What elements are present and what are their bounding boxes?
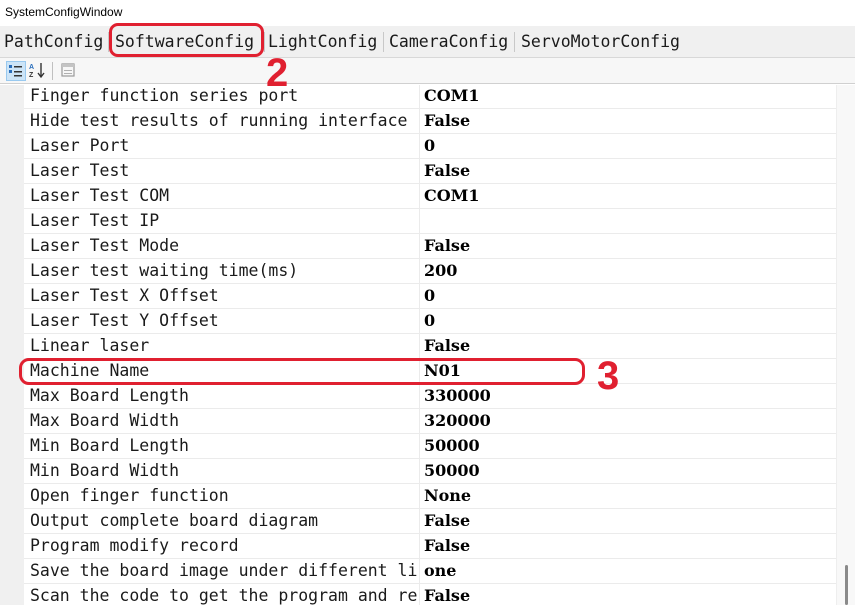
toolbar-separator (52, 62, 53, 80)
tab-separator (514, 32, 515, 52)
property-name: Program modify record (24, 534, 420, 558)
property-row[interactable]: Laser test waiting time(ms) 200 (24, 259, 836, 284)
categorized-button[interactable] (6, 61, 26, 81)
property-row[interactable]: Laser Test IP (24, 209, 836, 234)
property-value[interactable]: False (424, 234, 834, 258)
property-name: Laser Port (24, 134, 420, 158)
property-value[interactable]: COM1 (424, 184, 834, 208)
property-value[interactable]: False (424, 584, 834, 605)
property-row[interactable]: Min Board Length 50000 (24, 434, 836, 459)
property-value[interactable]: 0 (424, 309, 834, 333)
window-title: SystemConfigWindow (0, 0, 855, 24)
property-value[interactable]: one (424, 559, 834, 583)
alphabetical-button[interactable]: A Z (28, 61, 48, 81)
tab-servo-motor-config[interactable]: ServoMotorConfig (518, 28, 683, 56)
property-row[interactable]: Finger function series port COM1 (24, 85, 836, 109)
property-value[interactable]: 330000 (424, 384, 834, 408)
property-name: Scan the code to get the program and re (24, 584, 420, 605)
property-value[interactable]: 50000 (424, 459, 834, 483)
property-row[interactable]: Hide test results of running interface Fa… (24, 109, 836, 134)
property-value[interactable]: 0 (424, 284, 834, 308)
property-name: Laser Test COM (24, 184, 420, 208)
property-row[interactable]: Laser Test False (24, 159, 836, 184)
property-name: Hide test results of running interface (24, 109, 420, 133)
sort-az-icon: A Z (29, 63, 45, 79)
property-value[interactable]: 320000 (424, 409, 834, 433)
svg-text:Z: Z (29, 72, 34, 79)
property-value[interactable]: 200 (424, 259, 834, 283)
property-value[interactable]: None (424, 484, 834, 508)
categorized-icon (9, 65, 22, 77)
property-value[interactable]: False (424, 509, 834, 533)
property-row[interactable]: Output complete board diagram False (24, 509, 836, 534)
property-name: Finger function series port (24, 85, 420, 108)
tab-camera-config[interactable]: CameraConfig (386, 28, 511, 56)
property-row[interactable]: Laser Test Mode False (24, 234, 836, 259)
tab-separator (383, 32, 384, 52)
property-name: Laser Test Mode (24, 234, 420, 258)
annotation-step-3: 3 (597, 354, 620, 398)
property-value[interactable]: COM1 (424, 85, 834, 108)
svg-text:A: A (29, 64, 34, 71)
property-row[interactable]: Laser Test X Offset 0 (24, 284, 836, 309)
property-row[interactable]: Open finger function None (24, 484, 836, 509)
property-name: Output complete board diagram (24, 509, 420, 533)
property-pages-icon (61, 63, 75, 77)
property-name: Max Board Length (24, 384, 420, 408)
scrollbar-thumb[interactable] (845, 565, 848, 605)
property-row[interactable]: Scan the code to get the program and re F… (24, 584, 836, 605)
property-name: Min Board Width (24, 459, 420, 483)
property-name: Min Board Length (24, 434, 420, 458)
property-row[interactable]: Program modify record False (24, 534, 836, 559)
property-row[interactable]: Laser Port 0 (24, 134, 836, 159)
property-name: Max Board Width (24, 409, 420, 433)
property-value[interactable]: 0 (424, 134, 834, 158)
property-row[interactable]: Min Board Width 50000 (24, 459, 836, 484)
property-row[interactable]: Laser Test Y Offset 0 (24, 309, 836, 334)
property-name: Laser test waiting time(ms) (24, 259, 420, 283)
annotation-step-2: 2 (266, 51, 289, 95)
property-row[interactable]: Linear laser False (24, 334, 836, 359)
property-name: Open finger function (24, 484, 420, 508)
property-value[interactable]: False (424, 109, 834, 133)
property-value[interactable]: 50000 (424, 434, 834, 458)
property-value[interactable]: False (424, 534, 834, 558)
property-name: Laser Test Y Offset (24, 309, 420, 333)
tab-path-config[interactable]: PathConfig (1, 28, 106, 56)
property-row[interactable]: Max Board Length 330000 (24, 384, 836, 409)
property-row[interactable]: Max Board Width 320000 (24, 409, 836, 434)
property-name: Laser Test (24, 159, 420, 183)
property-grid: Finger function series port COM1 Hide test… (0, 85, 855, 605)
property-pages-button[interactable] (59, 61, 79, 81)
property-name: Laser Test IP (24, 209, 420, 233)
grid-left-margin (0, 85, 24, 605)
annotation-box-software-config (109, 23, 264, 57)
property-grid-toolbar: A Z (0, 58, 855, 84)
property-row[interactable]: Laser Test COM COM1 (24, 184, 836, 209)
property-name: Linear laser (24, 334, 420, 358)
property-row[interactable]: Save the board image under different li o… (24, 559, 836, 584)
property-value[interactable] (424, 209, 834, 233)
property-value[interactable]: False (424, 159, 834, 183)
property-value[interactable]: False (424, 334, 834, 358)
annotation-box-machine-name (19, 358, 585, 385)
property-name: Laser Test X Offset (24, 284, 420, 308)
property-name: Save the board image under different li (24, 559, 420, 583)
vertical-scrollbar[interactable] (836, 85, 855, 605)
